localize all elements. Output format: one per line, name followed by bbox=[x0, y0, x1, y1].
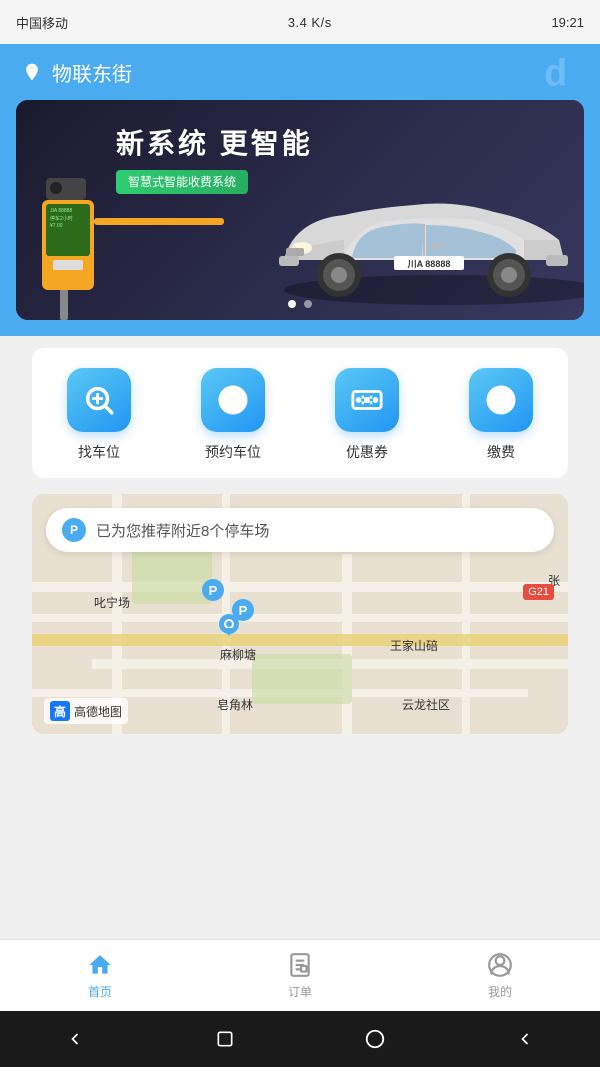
nav-home-label: 首页 bbox=[88, 983, 112, 1000]
dot-1 bbox=[288, 300, 296, 308]
nav-back-button[interactable] bbox=[55, 1019, 95, 1059]
orders-icon bbox=[286, 951, 314, 979]
map-search-text: 已为您推荐附近8个停车场 bbox=[96, 520, 269, 541]
nav-home[interactable]: 首页 bbox=[86, 951, 114, 1000]
coupon-label: 优惠券 bbox=[346, 442, 388, 462]
map-section[interactable]: P P 叱宁场 麻柳塘 王家山碚 皂角林 云龙社区 张 G21 P 已为您推荐附… bbox=[32, 494, 568, 734]
reserve-parking-icon bbox=[201, 368, 265, 432]
find-parking-label: 找车位 bbox=[78, 442, 120, 462]
action-coupon[interactable]: 优惠券 bbox=[335, 368, 399, 462]
time-text: 19:21 bbox=[551, 15, 584, 30]
banner-subtitle-box: 智慧式智能收费系统 bbox=[116, 170, 248, 194]
promo-banner[interactable]: 新系统 更智能 智慧式智能收费系统 JIA 88888停车2小时¥7.00 bbox=[16, 100, 584, 320]
profile-icon bbox=[486, 951, 514, 979]
network-speed: 3.4 K/s bbox=[288, 15, 332, 30]
pay-icon: ¥ bbox=[469, 368, 533, 432]
banner-text: 新系统 更智能 智慧式智能收费系统 bbox=[116, 122, 313, 194]
coupon-icon bbox=[335, 368, 399, 432]
highway-badge: G21 bbox=[523, 584, 554, 600]
nav-back2-button[interactable] bbox=[505, 1019, 545, 1059]
quick-actions: 找车位 预约车位 bbox=[32, 348, 568, 478]
location-icon bbox=[20, 60, 44, 84]
nav-profile-label: 我的 bbox=[488, 983, 512, 1000]
map-pin bbox=[217, 612, 241, 649]
parking-search-icon: P bbox=[62, 518, 86, 542]
green-area-2 bbox=[252, 654, 352, 704]
reserve-parking-label: 预约车位 bbox=[205, 442, 261, 462]
quick-actions-wrapper: 找车位 预约车位 bbox=[0, 348, 600, 478]
find-parking-icon bbox=[67, 368, 131, 432]
gaode-logo: 高 高德地图 bbox=[44, 698, 128, 724]
nav-profile[interactable]: 我的 bbox=[486, 951, 514, 1000]
action-find-parking[interactable]: 找车位 bbox=[67, 368, 131, 462]
nav-recent-button[interactable] bbox=[205, 1019, 245, 1059]
gaode-icon: 高 bbox=[50, 701, 70, 721]
home-icon bbox=[86, 951, 114, 979]
gaode-text: 高德地图 bbox=[74, 703, 122, 720]
status-bar: 中国移动 3.4 K/s 19:21 bbox=[0, 0, 600, 44]
nav-orders-label: 订单 bbox=[288, 983, 312, 1000]
location-text: 物联东街 bbox=[52, 58, 132, 87]
nav-orders[interactable]: 订单 bbox=[286, 951, 314, 1000]
svg-text:¥: ¥ bbox=[496, 390, 507, 411]
dot-2 bbox=[304, 300, 312, 308]
map-search-bar[interactable]: P 已为您推荐附近8个停车场 bbox=[46, 508, 554, 552]
banner-subtitle: 智慧式智能收费系统 bbox=[128, 175, 236, 189]
nav-home-button[interactable] bbox=[355, 1019, 395, 1059]
svg-text:高: 高 bbox=[54, 704, 66, 719]
banner-section: 新系统 更智能 智慧式智能收费系统 JIA 88888停车2小时¥7.00 bbox=[0, 100, 600, 336]
banner-pagination bbox=[288, 300, 312, 308]
svg-text:川A 88888: 川A 88888 bbox=[407, 259, 451, 269]
map-label-ningchang: 叱宁场 bbox=[94, 594, 130, 611]
highway bbox=[32, 634, 568, 646]
status-right: 19:21 bbox=[551, 15, 584, 30]
app-logo: d bbox=[542, 52, 584, 94]
action-reserve-parking[interactable]: 预约车位 bbox=[201, 368, 265, 462]
action-pay[interactable]: ¥ 缴费 bbox=[469, 368, 533, 462]
bottom-nav: 首页 订单 我的 bbox=[0, 939, 600, 1011]
android-nav-bar bbox=[0, 1011, 600, 1067]
svg-text:d: d bbox=[544, 53, 567, 94]
location-display[interactable]: 物联东街 bbox=[20, 58, 132, 87]
carrier-text: 中国移动 bbox=[16, 13, 68, 32]
map-label-yunlong: 云龙社区 bbox=[402, 696, 450, 713]
green-area-1 bbox=[132, 544, 212, 604]
pay-label: 缴费 bbox=[487, 442, 515, 462]
app-header: 物联东街 d bbox=[0, 44, 600, 100]
map-label-wangjia: 王家山碚 bbox=[390, 637, 438, 654]
map-wrapper: P P 叱宁场 麻柳塘 王家山碚 皂角林 云龙社区 张 G21 P 已为您推荐附… bbox=[0, 490, 600, 738]
map-label-zaojiao: 皂角林 bbox=[217, 696, 253, 713]
banner-title: 新系统 更智能 bbox=[116, 122, 313, 162]
map-parking-icon-1: P bbox=[202, 579, 224, 601]
